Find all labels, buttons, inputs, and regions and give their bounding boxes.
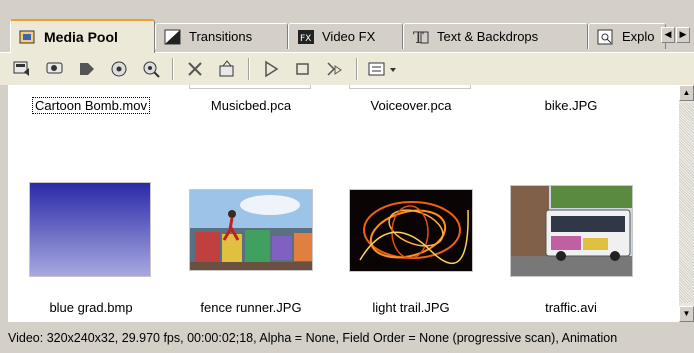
- tab-scroll-arrows: ◀ ▶: [661, 27, 690, 43]
- media-thumbnail[interactable]: [349, 85, 471, 89]
- explorer-icon: [597, 29, 615, 45]
- tab-label: Transitions: [189, 29, 253, 44]
- tab-bar: Media Pool Transitions FX Video FX T Tex…: [0, 0, 694, 53]
- media-pool-list[interactable]: Cartoon Bomb.mov Musicbed.pca Voiceover.…: [8, 85, 679, 322]
- toolbar-separator: [356, 58, 358, 80]
- video-fx-icon: FX: [297, 29, 315, 45]
- status-text: Video: 320x240x32, 29.970 fps, 00:00:02;…: [8, 330, 618, 345]
- scroll-up-button[interactable]: ▲: [679, 85, 694, 101]
- tab-video-fx[interactable]: FX Video FX: [288, 23, 403, 49]
- import-media-icon[interactable]: [12, 58, 34, 80]
- auto-preview-icon[interactable]: [324, 58, 346, 80]
- tab-transitions[interactable]: Transitions: [155, 23, 288, 49]
- tab-label: Explo: [622, 29, 655, 44]
- tab-media-pool[interactable]: Media Pool: [10, 19, 155, 53]
- transitions-icon: [164, 29, 182, 45]
- media-item-label: light trail.JPG: [372, 300, 450, 315]
- media-thumbnail-light-trail[interactable]: [349, 189, 473, 272]
- media-item[interactable]: Musicbed.pca: [188, 98, 314, 113]
- tab-text-backdrops[interactable]: T Text & Backdrops: [403, 23, 588, 49]
- media-item-label: Voiceover.pca: [370, 98, 452, 113]
- media-item[interactable]: blue grad.bmp: [28, 300, 154, 315]
- capture-video-icon[interactable]: [44, 58, 66, 80]
- media-item-label: blue grad.bmp: [49, 300, 133, 315]
- tab-scroll-left-button[interactable]: ◀: [661, 27, 675, 43]
- scrollbar-track[interactable]: [679, 103, 694, 303]
- tab-explorer[interactable]: Explo: [588, 23, 666, 49]
- stop-icon[interactable]: [292, 58, 314, 80]
- views-icon[interactable]: [368, 58, 398, 80]
- media-item[interactable]: traffic.avi: [508, 300, 634, 315]
- media-item[interactable]: Voiceover.pca: [348, 98, 474, 113]
- properties-icon[interactable]: [216, 58, 238, 80]
- scroll-down-button[interactable]: ▼: [679, 306, 694, 322]
- tab-label: Text & Backdrops: [437, 29, 539, 44]
- status-bar: Video: 320x240x32, 29.970 fps, 00:00:02;…: [0, 322, 694, 353]
- media-thumbnail-traffic[interactable]: [510, 185, 633, 277]
- delete-icon[interactable]: [184, 58, 206, 80]
- vertical-scrollbar[interactable]: ▲ ▼: [679, 85, 694, 322]
- media-properties-search-icon[interactable]: [140, 58, 162, 80]
- text-backdrops-icon: T: [412, 28, 430, 47]
- media-pool-icon: [19, 29, 37, 45]
- toolbar-separator: [172, 58, 174, 80]
- media-item-label: Musicbed.pca: [210, 98, 292, 113]
- toolbar: [0, 53, 694, 85]
- tab-label: Media Pool: [44, 29, 118, 45]
- media-item-label: Cartoon Bomb.mov: [32, 97, 150, 114]
- media-item-label: fence runner.JPG: [200, 300, 302, 315]
- svg-text:FX: FX: [300, 34, 311, 44]
- toolbar-separator: [248, 58, 250, 80]
- media-item-label: traffic.avi: [545, 300, 597, 315]
- media-thumbnail-fence-runner[interactable]: [189, 189, 313, 271]
- tab-scroll-right-button[interactable]: ▶: [676, 27, 690, 43]
- play-icon[interactable]: [260, 58, 282, 80]
- get-photo-icon[interactable]: [108, 58, 130, 80]
- media-item[interactable]: bike.JPG: [508, 98, 634, 113]
- tab-label: Video FX: [322, 29, 376, 44]
- media-item-label: bike.JPG: [544, 98, 598, 113]
- media-item[interactable]: light trail.JPG: [348, 300, 474, 315]
- get-media-web-icon[interactable]: [76, 58, 98, 80]
- media-thumbnail[interactable]: [189, 85, 311, 89]
- media-item[interactable]: fence runner.JPG: [188, 300, 314, 315]
- media-thumbnail-blue-gradient[interactable]: [29, 182, 151, 277]
- media-item[interactable]: Cartoon Bomb.mov: [28, 97, 154, 114]
